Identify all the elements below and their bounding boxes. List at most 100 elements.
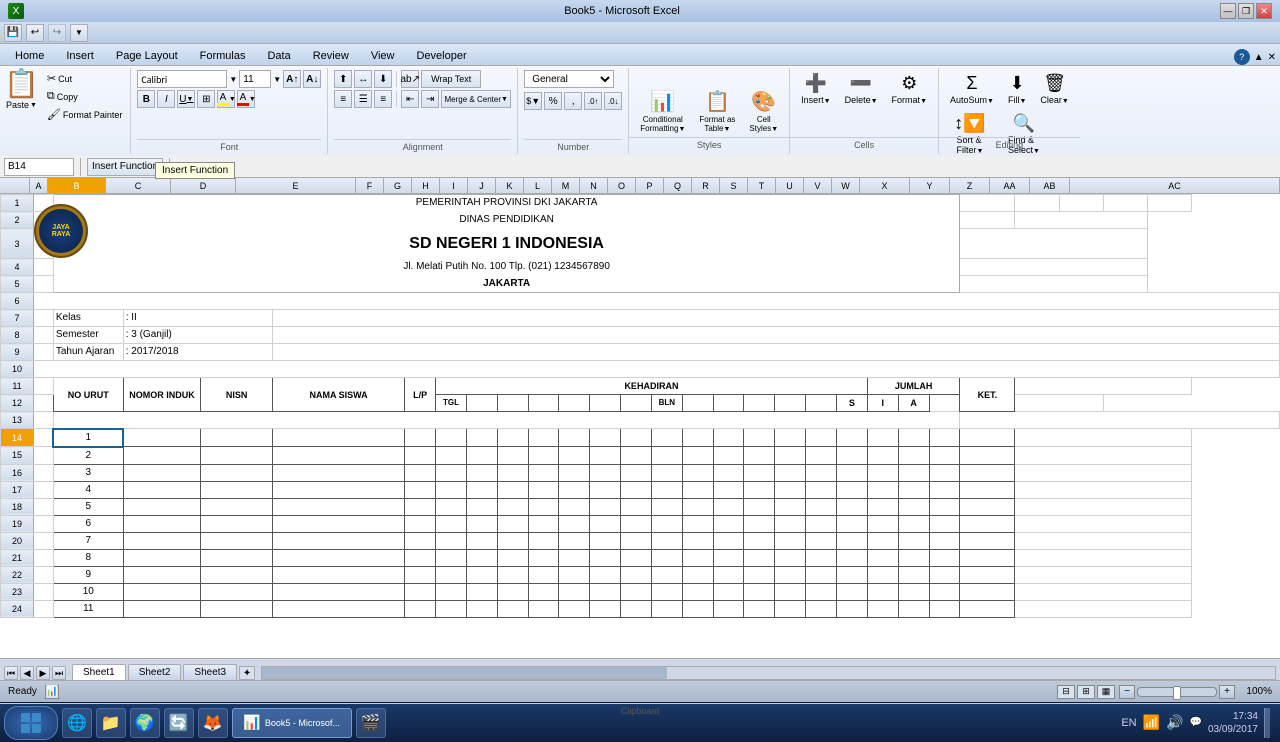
cell-b9[interactable]: Tahun Ajaran (53, 344, 123, 361)
align-middle-button[interactable]: ↔ (354, 70, 372, 88)
font-size-input[interactable] (239, 70, 271, 88)
cell-n14[interactable] (651, 429, 682, 447)
col-header-a[interactable]: A (30, 178, 48, 193)
sheet-nav-first[interactable]: ⏮ (4, 666, 18, 680)
format-painter-button[interactable]: 🖌 Format Painter (43, 106, 127, 123)
cell-a13[interactable] (34, 412, 54, 429)
cell-w14[interactable] (929, 429, 960, 447)
conditional-formatting-button[interactable]: 📊 ConditionalFormatting▼ (635, 86, 690, 136)
col-header-p[interactable]: P (636, 178, 664, 193)
status-icon[interactable]: 📊 (45, 685, 59, 699)
cell-a7[interactable] (34, 310, 54, 327)
col-header-j[interactable]: J (468, 178, 496, 193)
col-header-ab[interactable]: AB (1030, 178, 1070, 193)
cell-styles-button[interactable]: 🎨 CellStyles▼ (744, 86, 783, 136)
col-header-o[interactable]: O (608, 178, 636, 193)
sheet-tab-sheet3[interactable]: Sheet3 (183, 664, 237, 680)
view-break-button[interactable]: ▦ (1097, 685, 1115, 699)
formula-input[interactable] (176, 158, 1276, 176)
sheet-nav-next[interactable]: ▶ (36, 666, 50, 680)
col-header-r[interactable]: R (692, 178, 720, 193)
align-left-button[interactable]: ≡ (334, 90, 352, 108)
cell-b2[interactable]: DINAS PENDIDIKAN (53, 212, 960, 229)
comma-button[interactable]: , (564, 92, 582, 110)
sheet-nav-last[interactable]: ⏭ (52, 666, 66, 680)
sheet-nav-prev[interactable]: ◀ (20, 666, 34, 680)
cell-b4[interactable]: Jl. Melati Putih No. 100 Tlp. (021) 1234… (53, 259, 960, 276)
redo-icon[interactable]: ↪ (48, 24, 66, 42)
sort-filter-button[interactable]: ↕🔽 Sort &Filter▼ (945, 110, 995, 158)
cell-d14[interactable] (201, 429, 273, 447)
customize-qat-icon[interactable]: ▼ (70, 24, 88, 42)
cell-ab1[interactable] (1103, 195, 1147, 212)
cell-r14[interactable] (775, 429, 806, 447)
cell-a11[interactable] (34, 378, 54, 395)
view-normal-button[interactable]: ⊟ (1057, 685, 1075, 699)
accounting-button[interactable]: $▼ (524, 92, 542, 110)
cell-b5[interactable]: JAKARTA (53, 276, 960, 293)
insert-sheet-button[interactable]: ✦ (239, 666, 255, 680)
cell-v14[interactable] (898, 429, 929, 447)
col-header-z[interactable]: Z (950, 178, 990, 193)
col-header-n[interactable]: N (580, 178, 608, 193)
cell-w12-a[interactable]: A (898, 395, 929, 412)
tab-home[interactable]: Home (4, 46, 55, 65)
col-header-d[interactable]: D (171, 178, 236, 193)
increase-decimal-button[interactable]: .0↑ (584, 92, 602, 110)
format-cells-button[interactable]: ⚙ Format▼ (887, 70, 932, 108)
cell-b7[interactable]: Kelas (53, 310, 123, 327)
percent-button[interactable]: % (544, 92, 562, 110)
col-header-i[interactable]: I (440, 178, 468, 193)
col-header-b[interactable]: B (48, 178, 106, 193)
cell-j14[interactable] (528, 429, 559, 447)
col-header-w[interactable]: W (832, 178, 860, 193)
cell-g12-tgl[interactable]: TGL (436, 395, 467, 412)
find-select-button[interactable]: 🔍 Find &Select▼ (999, 110, 1049, 158)
col-header-u[interactable]: U (776, 178, 804, 193)
merge-center-button[interactable]: Merge & Center ▼ (441, 90, 511, 108)
cell-h12[interactable] (466, 395, 497, 412)
cell-rest14[interactable] (1015, 429, 1191, 447)
cell-a14[interactable] (34, 429, 54, 447)
wrap-text-button[interactable]: Wrap Text (421, 70, 481, 88)
cell-c11-nomor[interactable]: NOMOR INDUK (123, 378, 201, 412)
ribbon-close-icon[interactable]: ✕ (1268, 52, 1276, 63)
cell-c14[interactable] (123, 429, 201, 447)
col-header-g[interactable]: G (384, 178, 412, 193)
zoom-increase-button[interactable]: + (1219, 685, 1235, 699)
cell-a12[interactable] (34, 395, 54, 412)
cut-button[interactable]: ✂ Cut (43, 70, 76, 87)
cell-rest8[interactable] (272, 327, 1279, 344)
cell-rest7[interactable] (272, 310, 1279, 327)
bold-button[interactable]: B (137, 90, 155, 108)
cell-q12[interactable] (744, 395, 775, 412)
fill-button[interactable]: ⬇ Fill▼ (1003, 70, 1031, 108)
cell-f11-lp[interactable]: L/P (405, 378, 436, 412)
tray-network-icon[interactable]: 📶 (1143, 714, 1160, 731)
col-header-x[interactable]: X (860, 178, 910, 193)
indent-increase-button[interactable]: ⇥ (421, 90, 439, 108)
restore-button[interactable]: ❐ (1238, 3, 1254, 19)
cell-rest11[interactable] (1015, 378, 1191, 395)
cell-b3[interactable]: SD NEGERI 1 INDONESIA (53, 229, 960, 259)
col-header-v[interactable]: V (804, 178, 832, 193)
cell-b11-no[interactable]: NO URUT (53, 378, 123, 412)
cell-rest4[interactable] (960, 259, 1147, 276)
col-header-aa[interactable]: AA (990, 178, 1030, 193)
cell-z1[interactable] (1015, 195, 1059, 212)
font-name-dropdown[interactable]: ▼ (229, 75, 237, 84)
decrease-font-size-button[interactable]: A↓ (303, 70, 321, 88)
cell-a9[interactable] (34, 344, 54, 361)
col-header-m[interactable]: M (552, 178, 580, 193)
col-header-h[interactable]: H (412, 178, 440, 193)
cell-rest12[interactable] (929, 395, 1103, 412)
align-right-button[interactable]: ≡ (374, 90, 392, 108)
cell-l14[interactable] (590, 429, 621, 447)
increase-font-size-button[interactable]: A↑ (283, 70, 301, 88)
borders-button[interactable]: ⊞ (197, 90, 215, 108)
cell-e14[interactable] (272, 429, 404, 447)
cell-a4[interactable] (34, 259, 54, 276)
cell-b13-rest[interactable] (53, 412, 960, 429)
cell-k14[interactable] (559, 429, 590, 447)
cell-m14[interactable] (621, 429, 652, 447)
